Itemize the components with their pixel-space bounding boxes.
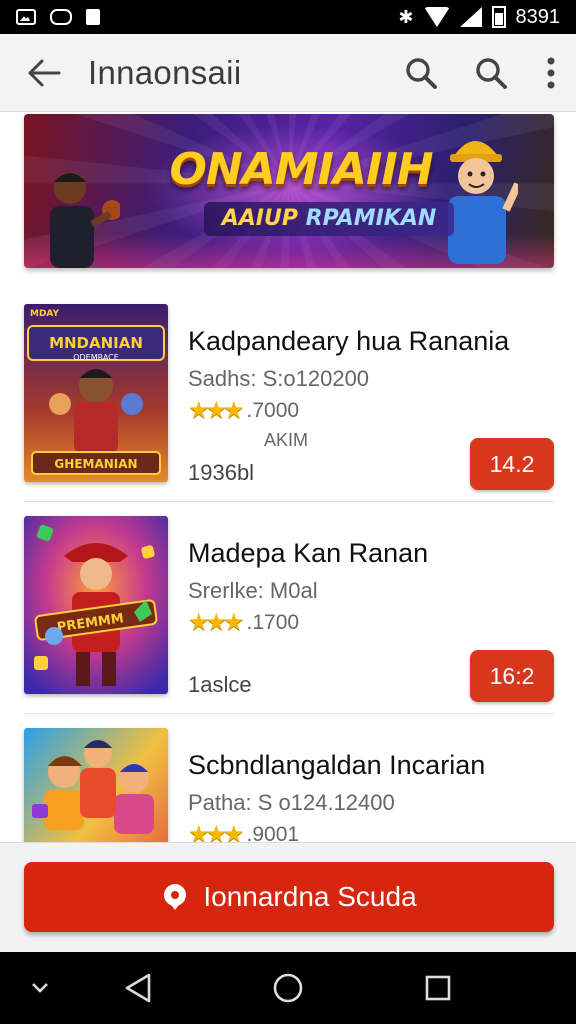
banner-title: ONAMIAIIH xyxy=(169,144,433,195)
search-icon xyxy=(406,57,437,89)
game-list-item[interactable]: MNDANIAN ODEMRACE MDAY GHEMANIAN Kadpand… xyxy=(0,290,576,502)
game-thumbnail[interactable]: PREMMM xyxy=(24,516,168,694)
nav-recents-button[interactable] xyxy=(408,952,468,1024)
main-action-label: Ionnardna Scuda xyxy=(203,881,417,912)
rating-value: .1700 xyxy=(246,610,300,634)
game-count: 1936bl xyxy=(188,460,255,485)
screen: ✱ 8391 Innaonsaii ONAMIAIIH AAIUP RPAMIK… xyxy=(0,0,576,1024)
game-thumbnail[interactable]: MNDANIAN ODEMRACE MDAY GHEMANIAN xyxy=(24,304,168,482)
banner-subtitle: AAIUP RPAMIKAN xyxy=(204,202,454,236)
thumb-sub-text: ODEMRACE xyxy=(73,353,119,362)
main-action-button[interactable]: Ionnardna Scuda xyxy=(24,862,554,932)
more-options-button[interactable] xyxy=(526,34,576,112)
battery-icon xyxy=(491,6,506,28)
promo-banner[interactable]: ONAMIAIIH AAIUP RPAMIKAN xyxy=(24,114,554,268)
app-title: Innaonsaii xyxy=(88,53,242,91)
game-rating: ★★★ .1700 xyxy=(188,608,299,637)
game-subtitle: Patha: S o124.12400 xyxy=(188,790,395,815)
search-button-2[interactable] xyxy=(456,34,526,112)
hide-keyboard-button[interactable] xyxy=(18,952,62,1024)
search-icon xyxy=(476,57,507,89)
thumb-badge-text: MDAY xyxy=(30,309,60,319)
game-list-item[interactable]: PREMMM Madepa Kan Ranan Srerlke: M0al ★★… xyxy=(0,502,576,714)
rating-value: .7000 xyxy=(246,398,300,422)
banner-subtitle-part1: AAIUP xyxy=(221,206,298,231)
game-rating: ★★★ .7000 xyxy=(188,396,299,425)
nav-home-button[interactable] xyxy=(258,952,318,1024)
app-bar: Innaonsaii xyxy=(0,34,576,112)
search-button[interactable] xyxy=(386,34,456,112)
game-list: MNDANIAN ODEMRACE MDAY GHEMANIAN Kadpand… xyxy=(0,290,576,926)
character-left-image xyxy=(50,172,120,268)
game-count: 1aslce xyxy=(188,672,252,697)
game-title[interactable]: Madepa Kan Ranan xyxy=(188,538,428,569)
star-rating-icon: ★★★ xyxy=(188,397,245,424)
price-button[interactable]: 16:2 xyxy=(470,650,554,702)
game-title[interactable]: Kadpandeary hua Ranania xyxy=(188,326,509,357)
home-circle-icon xyxy=(273,973,303,1003)
game-subtitle: Srerlke: M0al xyxy=(188,578,318,603)
gamepad-icon xyxy=(50,9,72,25)
back-arrow-icon xyxy=(28,59,61,86)
game-title[interactable]: Scbndlangaldan Incarian xyxy=(188,750,485,781)
status-bar: ✱ 8391 xyxy=(0,0,576,34)
back-triangle-icon xyxy=(125,973,151,1003)
status-time: 8391 xyxy=(515,5,561,28)
banner-subtitle-part2: RPAMIKAN xyxy=(305,206,437,231)
price-button[interactable]: 14.2 xyxy=(470,438,554,490)
wifi-icon xyxy=(423,7,450,27)
signal-icon xyxy=(459,7,482,27)
navigation-bar xyxy=(0,952,576,1024)
back-button[interactable] xyxy=(0,34,88,112)
chevron-down-icon xyxy=(32,983,48,993)
document-icon xyxy=(86,9,100,25)
game-subtitle: Sadhs: S:o120200 xyxy=(188,366,370,391)
image-icon xyxy=(16,9,36,25)
recents-square-icon xyxy=(425,975,451,1001)
thumb-bottom-text: GHEMANIAN xyxy=(54,457,137,471)
thumb-title-text: MNDANIAN xyxy=(49,334,143,352)
more-vert-icon xyxy=(547,57,555,88)
nav-back-button[interactable] xyxy=(108,952,168,1024)
bluetooth-icon: ✱ xyxy=(398,6,414,27)
game-extra-label: AKIM xyxy=(264,430,309,450)
location-pin-icon xyxy=(164,884,187,910)
star-rating-icon: ★★★ xyxy=(188,609,245,636)
